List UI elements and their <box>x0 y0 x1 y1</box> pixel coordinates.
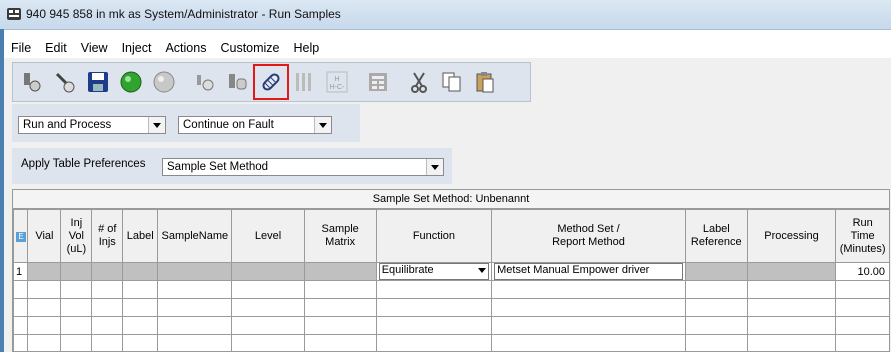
menu-actions[interactable]: Actions <box>158 41 213 55</box>
fault-mode-select[interactable]: Continue on Fault <box>178 116 332 134</box>
paste-icon[interactable] <box>470 67 500 97</box>
chevron-down-icon[interactable] <box>314 117 331 133</box>
save-icon[interactable] <box>83 67 113 97</box>
column-header-sample-matrix[interactable]: Sample Matrix <box>303 209 377 263</box>
menu-help[interactable]: Help <box>287 41 327 55</box>
cell-run-time[interactable]: 10.00 <box>835 262 889 281</box>
cell-processing[interactable] <box>746 262 837 281</box>
chevron-down-icon[interactable] <box>475 264 488 277</box>
table-preferences-select[interactable]: Sample Set Method <box>162 158 444 176</box>
menu-file[interactable]: File <box>4 41 38 55</box>
vial-icon[interactable] <box>190 67 220 97</box>
stop-run-icon[interactable] <box>149 67 179 97</box>
start-run-icon[interactable] <box>116 67 146 97</box>
column-header-function[interactable]: Function <box>375 209 493 263</box>
cell-vial[interactable] <box>27 262 62 281</box>
menu-edit[interactable]: Edit <box>38 41 74 55</box>
chevron-down-icon[interactable] <box>426 159 443 175</box>
column-icon[interactable] <box>289 67 319 97</box>
column-header-inj-vol[interactable]: Inj Vol (uL) <box>60 209 93 263</box>
column-header-run-time[interactable]: Run Time (Minutes) <box>835 209 889 263</box>
menu-customize[interactable]: Customize <box>213 41 286 55</box>
cell-function[interactable]: Equilibrate <box>375 262 493 281</box>
row-header-corner[interactable]: E <box>13 209 29 263</box>
sample-table: E Vial Inj Vol (uL) # of Injs Label SampleN… <box>13 209 889 351</box>
run-options-panel: Run and Process Continue on Fault <box>12 104 360 142</box>
cut-icon[interactable] <box>404 67 434 97</box>
app-icon <box>7 8 21 20</box>
svg-text:H: H <box>334 76 339 83</box>
cell-sample-name[interactable] <box>157 262 233 281</box>
grid-icon[interactable] <box>363 67 393 97</box>
toolbar: H H-C- <box>12 62 531 102</box>
cell-level[interactable] <box>231 262 305 281</box>
column-header-sample-name[interactable]: SampleName <box>157 209 233 263</box>
table-row <box>13 280 889 299</box>
chevron-down-icon[interactable] <box>148 117 165 133</box>
bottles-icon[interactable] <box>223 67 253 97</box>
fault-mode-value: Continue on Fault <box>183 119 274 131</box>
row-index[interactable]: 1 <box>13 262 29 281</box>
table-row <box>13 334 889 351</box>
svg-text:H-C-: H-C- <box>330 84 345 91</box>
table-row <box>13 316 889 335</box>
cell-inj-vol[interactable] <box>60 262 93 281</box>
cell-num-injs[interactable] <box>91 262 124 281</box>
column-header-vial[interactable]: Vial <box>27 209 62 263</box>
link-icon[interactable] <box>253 64 289 100</box>
column-header-processing[interactable]: Processing <box>746 209 837 263</box>
menu-view[interactable]: View <box>74 41 115 55</box>
function-value: Equilibrate <box>381 264 434 276</box>
run-mode-value: Run and Process <box>23 119 112 131</box>
column-header-label[interactable]: Label <box>122 209 159 263</box>
column-header-num-injs[interactable]: # of Injs <box>91 209 124 263</box>
cell-label-reference[interactable] <box>684 262 748 281</box>
table-preferences-label: Apply Table Preferences <box>21 158 146 170</box>
menu-bar: File Edit View Inject Actions Customize … <box>4 37 326 59</box>
cell-method-set[interactable]: Metset Manual Empower driver <box>491 262 686 281</box>
cell-sample-matrix[interactable] <box>303 262 377 281</box>
table-row <box>13 298 889 317</box>
column-header-method-set[interactable]: Method Set / Report Method <box>491 209 686 263</box>
title-bar: 940 945 858 in mk as System/Administrato… <box>0 0 891 30</box>
run-mode-select[interactable]: Run and Process <box>18 116 166 134</box>
column-header-label-reference[interactable]: Label Reference <box>684 209 748 263</box>
function-select[interactable]: Equilibrate <box>378 263 490 280</box>
window-title: 940 945 858 in mk as System/Administrato… <box>26 7 341 21</box>
cell-label[interactable] <box>122 262 159 281</box>
column-header-level[interactable]: Level <box>231 209 305 263</box>
table-preferences-panel: Apply Table Preferences Sample Set Metho… <box>12 148 452 184</box>
hc-icon[interactable]: H H-C- <box>322 67 352 97</box>
copy-icon[interactable] <box>437 67 467 97</box>
table-row: 1 Equilibrate Metset Manual Empower driv… <box>13 262 889 281</box>
method-set-field[interactable]: Metset Manual Empower driver <box>494 263 683 280</box>
flask-icon[interactable] <box>17 67 47 97</box>
table-preferences-value: Sample Set Method <box>167 161 269 173</box>
grid-title: Sample Set Method: Unbenannt <box>13 190 889 209</box>
menu-inject[interactable]: Inject <box>115 41 159 55</box>
sample-set-grid: Sample Set Method: Unbenannt E Vial Inj V… <box>12 189 890 352</box>
wand-icon[interactable] <box>50 67 80 97</box>
table-settings-icon: E <box>16 231 26 242</box>
